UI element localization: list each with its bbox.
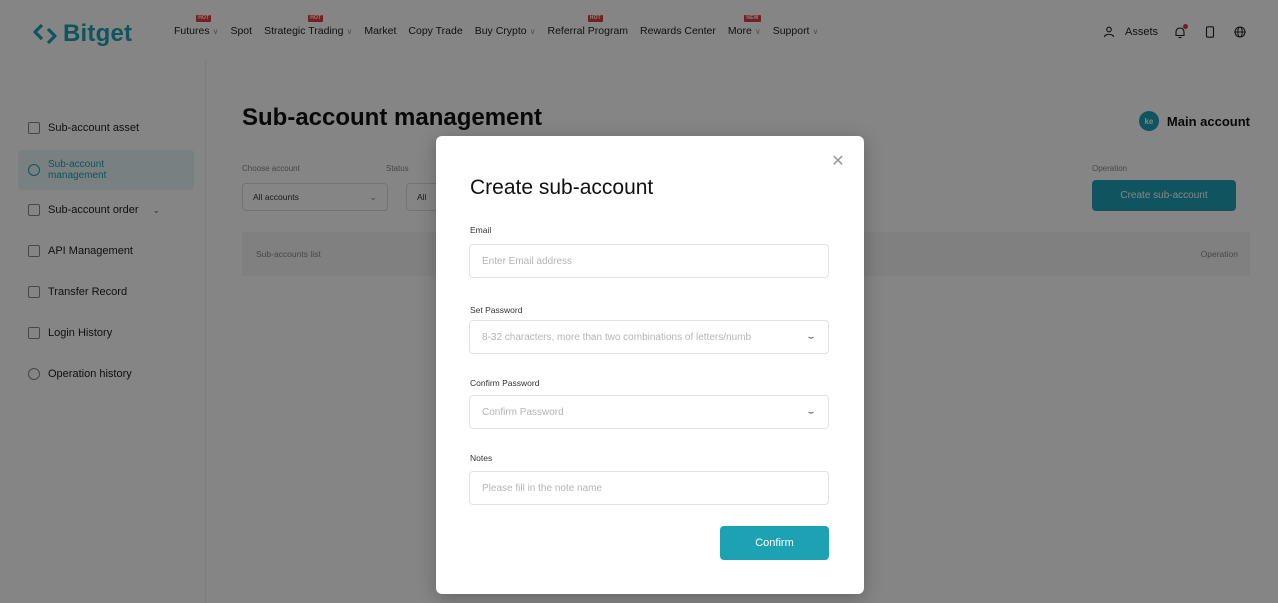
confirm-button[interactable]: Confirm [720, 526, 829, 560]
set-password-label: Set Password [470, 305, 523, 315]
email-field[interactable] [469, 244, 829, 278]
eye-closed-icon[interactable]: ⌣ [804, 332, 818, 343]
notes-label: Notes [470, 453, 493, 463]
eye-closed-icon[interactable]: ⌣ [804, 407, 818, 418]
confirm-password-field[interactable] [469, 395, 829, 429]
set-password-field[interactable] [469, 320, 829, 354]
dialog-title: Create sub-account [470, 176, 654, 199]
email-label: Email [470, 225, 492, 235]
create-sub-account-dialog: ✕ Create sub-account Email Set Password … [436, 136, 864, 594]
confirm-password-label: Confirm Password [470, 378, 540, 388]
notes-field[interactable] [469, 471, 829, 505]
close-icon[interactable]: ✕ [830, 154, 846, 170]
